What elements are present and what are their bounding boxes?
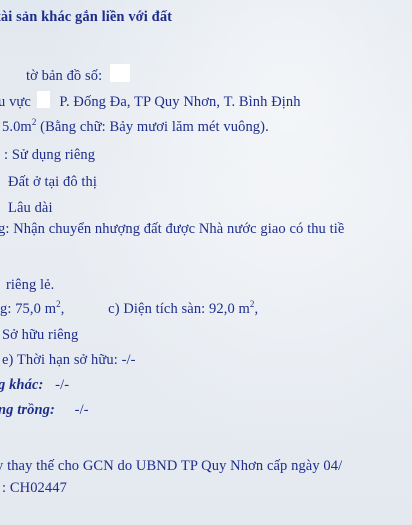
construction-area: g: 75,0 m2,: [0, 299, 65, 317]
section-heading: tài sản khác gắn liền với đất: [0, 9, 173, 25]
map-sheet-line: tờ bản đồ số:: [26, 64, 130, 85]
floor-area: c) Diện tích sàn: 92,0 m2,: [108, 299, 259, 317]
land-area-in-words: (Bằng chữ: Bảy mươi lăm mét vuông).: [40, 119, 269, 135]
other-construction-line: g khác: -/-: [0, 376, 69, 394]
use-origin-line: g: Nhận chuyển nhượng đất được Nhà nước …: [0, 221, 345, 237]
redaction-box: [109, 64, 130, 82]
use-term-line: Lâu dài: [8, 200, 53, 216]
map-sheet-label: tờ bản đồ số:: [26, 68, 103, 84]
land-purpose-line: Đất ở tại đô thị: [8, 174, 98, 190]
ownership-term-line: e) Thời hạn sở hữu: -/-: [2, 352, 136, 368]
area-location-line: u vực P. Đống Đa, TP Quy Nhơn, T. Bình Đ…: [0, 91, 301, 111]
house-type-line: riêng lẻ.: [6, 277, 55, 293]
perennial-trees-label: ng trồng:: [0, 402, 55, 418]
certificate-number-line: : CH02447: [2, 480, 67, 496]
replacement-note-line: y thay thế cho GCN do UBND TP Quy Nhơn c…: [0, 458, 343, 474]
perennial-trees-line: ng trồng: -/-: [0, 401, 89, 419]
other-construction-label: g khác:: [0, 377, 44, 393]
ownership-form-line: Sở hữu riêng: [2, 327, 79, 343]
certificate-page: tài sản khác gắn liền với đất tờ bản đồ …: [0, 0, 412, 525]
redaction-box: [36, 91, 50, 108]
land-area-number: 5.0m: [2, 119, 32, 135]
land-area-line: 5.0m2 (Bằng chữ: Bảy mươi lăm mét vuông)…: [2, 118, 269, 136]
perennial-trees-value: -/-: [74, 402, 89, 418]
use-form-line: : Sử dụng riêng: [4, 147, 96, 163]
area-location-label: u vực: [0, 94, 31, 110]
land-area-unit-sup: 2: [31, 117, 37, 128]
other-construction-value: -/-: [55, 377, 70, 393]
area-location-value: P. Đống Đa, TP Quy Nhơn, T. Bình Định: [59, 94, 301, 110]
area-line: g: 75,0 m2, c) Diện tích sàn: 92,0 m2,: [0, 300, 258, 318]
